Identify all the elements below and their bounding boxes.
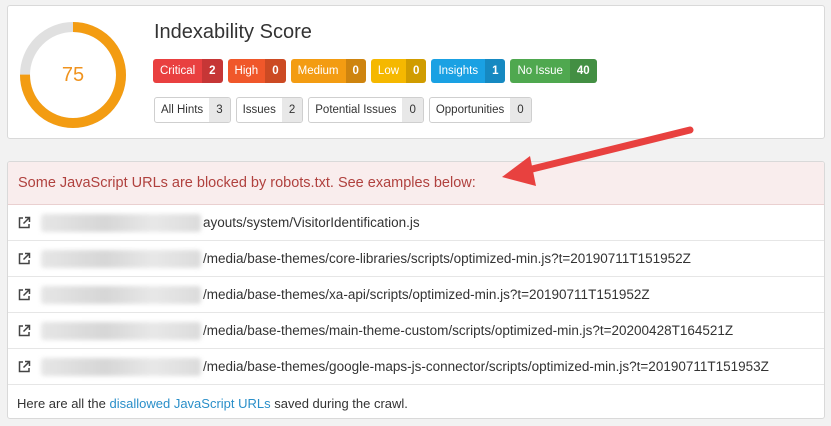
hint-count: 0	[510, 98, 531, 122]
hint-label: Potential Issues	[315, 104, 397, 116]
external-link-icon[interactable]	[17, 288, 31, 302]
redacted-domain	[41, 213, 201, 232]
badge-label: High	[234, 65, 259, 77]
url-path: /media/base-themes/main-theme-custom/scr…	[203, 323, 734, 338]
redacted-domain	[41, 285, 201, 304]
external-link-icon[interactable]	[17, 360, 31, 374]
badge-count: 0	[345, 59, 366, 83]
hint-count: 0	[402, 98, 423, 122]
page-title: Indexability Score	[154, 21, 312, 43]
redacted-domain	[41, 357, 201, 376]
badge-label: Low	[377, 65, 400, 77]
red-arrow-annotation	[502, 126, 694, 186]
severity-badges: Critical 2 High 0 Medium 0 Low 0 Insight…	[153, 59, 597, 83]
redacted-domain	[41, 249, 201, 268]
badge-count: 2	[202, 59, 223, 83]
badge-medium[interactable]: Medium 0	[290, 59, 366, 83]
badge-low[interactable]: Low 0	[370, 59, 427, 83]
external-link-icon[interactable]	[17, 324, 31, 338]
badge-count: 0	[406, 59, 427, 83]
url-path: ayouts/system/VisitorIdentification.js	[203, 215, 420, 230]
hint-label: All Hints	[161, 104, 204, 116]
hint-count: 3	[209, 98, 230, 122]
url-row: /media/base-themes/core-libraries/script…	[8, 241, 824, 277]
badge-label: No Issue	[517, 65, 563, 77]
badge-count: 0	[265, 59, 286, 83]
footer-text: Here are all the disallowed JavaScript U…	[17, 396, 408, 411]
badge-insights[interactable]: Insights 1	[431, 59, 506, 83]
indexability-score-card: 75 Indexability Score Critical 2 High 0 …	[7, 5, 825, 139]
badge-no-issue[interactable]: No Issue 40	[510, 59, 597, 83]
hint-label: Issues	[242, 104, 276, 116]
hint-label: Opportunities	[435, 104, 505, 116]
badge-label: Critical	[160, 65, 196, 77]
badge-count: 40	[569, 59, 597, 83]
badge-count: 1	[485, 59, 506, 83]
badge-critical[interactable]: Critical 2	[153, 59, 223, 83]
external-link-icon[interactable]	[17, 252, 31, 266]
hint-potential-issues[interactable]: Potential Issues 0	[308, 97, 424, 123]
hint-issues[interactable]: Issues 2	[235, 97, 304, 123]
hint-count: 2	[281, 98, 303, 122]
url-path: /media/base-themes/xa-api/scripts/optimi…	[203, 287, 650, 302]
badge-label: Medium	[297, 65, 339, 77]
url-path: /media/base-themes/google-maps-js-connec…	[203, 359, 769, 374]
url-row: ayouts/system/VisitorIdentification.js	[8, 205, 824, 241]
score-value: 75	[61, 63, 85, 86]
url-row: /media/base-themes/xa-api/scripts/optimi…	[8, 277, 824, 313]
url-row: /media/base-themes/google-maps-js-connec…	[8, 349, 824, 385]
disallowed-js-urls-link[interactable]: disallowed JavaScript URLs	[110, 396, 271, 411]
footer-after: saved during the crawl.	[270, 396, 408, 411]
redacted-domain	[41, 321, 201, 340]
url-row: /media/base-themes/main-theme-custom/scr…	[8, 313, 824, 349]
hint-filters: All Hints 3 Issues 2 Potential Issues 0 …	[154, 97, 532, 123]
url-path: /media/base-themes/core-libraries/script…	[203, 251, 691, 266]
badge-high[interactable]: High 0	[227, 59, 286, 83]
badge-label: Insights	[438, 65, 479, 77]
external-link-icon[interactable]	[17, 216, 31, 230]
hint-all-hints[interactable]: All Hints 3	[154, 97, 231, 123]
footer-before: Here are all the	[17, 396, 110, 411]
